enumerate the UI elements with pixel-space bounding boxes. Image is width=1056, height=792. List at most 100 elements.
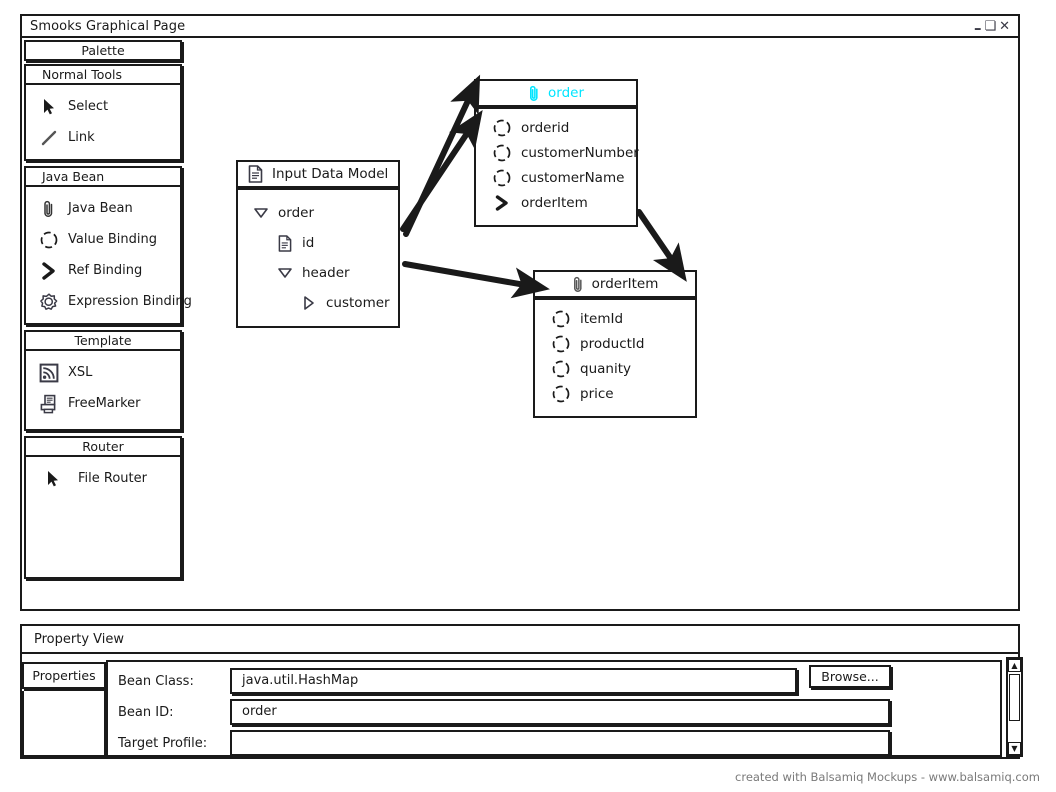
- palette-title: Palette: [24, 40, 182, 61]
- link-line-icon: [36, 129, 62, 147]
- minimize-icon[interactable]: –: [974, 20, 982, 36]
- palette-item-label: Java Bean: [68, 201, 133, 216]
- palette-item-label: File Router: [78, 471, 147, 486]
- gear-icon: [36, 292, 62, 312]
- bean-class-label: Bean Class:: [118, 673, 194, 689]
- palette-section-normal-tools-header[interactable]: Normal Tools: [24, 64, 182, 85]
- maximize-icon[interactable]: ❏: [984, 20, 996, 33]
- order-item-node-title: orderItem: [591, 276, 659, 292]
- document-icon: [274, 234, 296, 252]
- palette-item-file-router[interactable]: File Router: [26, 463, 180, 494]
- bean-id-input[interactable]: order: [230, 699, 890, 725]
- order-node-title-bar: order: [474, 79, 638, 107]
- order-field-label: customerNumber: [521, 144, 639, 161]
- order-item-node[interactable]: orderItem itemId productId quanity price: [533, 270, 697, 418]
- order-item-node-title-bar: orderItem: [533, 270, 697, 298]
- palette-section-java-bean-header[interactable]: Java Bean: [24, 166, 182, 187]
- palette-item-freemarker[interactable]: FreeMarker: [26, 388, 180, 419]
- paperclip-icon: [572, 275, 585, 294]
- orderitem-field-label: itemId: [580, 310, 624, 327]
- tree-item-label: order: [278, 205, 314, 221]
- order-field-orderid[interactable]: orderid: [476, 115, 636, 140]
- triangle-right-icon[interactable]: [298, 295, 320, 311]
- properties-tab-list: [22, 691, 106, 757]
- tree-item-label: customer: [326, 295, 390, 311]
- order-node-title: order: [548, 85, 584, 101]
- window-title: Smooks Graphical Page: [30, 18, 186, 34]
- order-field-customername[interactable]: customerName: [476, 165, 636, 190]
- triangle-down-icon[interactable]: [274, 266, 296, 280]
- triangle-down-icon[interactable]: [250, 206, 272, 220]
- palette-section-java-bean-body: Java Bean Value Binding Ref Binding Expr…: [24, 187, 192, 325]
- orderitem-field-itemid[interactable]: itemId: [535, 306, 695, 331]
- palette-item-label: XSL: [68, 365, 93, 380]
- palette-item-select[interactable]: Select: [26, 91, 180, 122]
- palette-item-label: Value Binding: [68, 232, 157, 247]
- palette-item-label: FreeMarker: [68, 396, 141, 411]
- palette-item-label: Select: [68, 99, 109, 114]
- tree-item-header[interactable]: header: [238, 258, 398, 288]
- scroll-down-icon[interactable]: ▼: [1008, 742, 1021, 755]
- target-profile-input[interactable]: [230, 730, 890, 756]
- scrollbar-thumb[interactable]: [1009, 674, 1020, 721]
- palette-section-router-body: File Router: [24, 457, 182, 579]
- palette-item-ref-binding[interactable]: Ref Binding: [26, 255, 180, 286]
- browse-button[interactable]: Browse...: [809, 665, 891, 688]
- balsamiq-credit: created with Balsamiq Mockups - www.bals…: [735, 770, 1040, 784]
- palette-item-label: Ref Binding: [68, 263, 143, 278]
- palette-item-expression-binding[interactable]: Expression Binding: [26, 286, 192, 317]
- order-node-body: orderid customerNumber customerName orde…: [474, 107, 639, 227]
- palette-item-link[interactable]: Link: [26, 122, 180, 153]
- tab-properties[interactable]: Properties: [22, 662, 106, 689]
- field-row-target-profile: Target Profile:: [118, 730, 890, 756]
- palette-section-template-header[interactable]: Template: [24, 330, 182, 351]
- scroll-up-icon[interactable]: ▲: [1008, 659, 1021, 672]
- palette-section-router-header[interactable]: Router: [24, 436, 182, 457]
- input-data-model-title-bar: Input Data Model: [236, 160, 400, 188]
- dashed-circle-icon: [549, 334, 573, 354]
- orderitem-field-label: productId: [580, 335, 645, 352]
- cursor-arrow-icon: [40, 470, 66, 488]
- dashed-circle-icon: [490, 168, 514, 188]
- chevron-right-icon: [490, 193, 514, 213]
- order-item-node-body: itemId productId quanity price: [533, 298, 697, 418]
- property-view-scrollbar[interactable]: ▲ ▼: [1006, 657, 1023, 757]
- tree-item-label: id: [302, 235, 315, 251]
- chevron-right-icon: [36, 261, 62, 281]
- tree-item-order[interactable]: order: [238, 198, 398, 228]
- order-field-label: customerName: [521, 169, 625, 186]
- paperclip-icon: [528, 84, 541, 103]
- target-profile-label: Target Profile:: [118, 735, 208, 751]
- bean-id-label: Bean ID:: [118, 704, 174, 720]
- bean-class-input[interactable]: java.util.HashMap: [230, 668, 797, 694]
- document-icon: [248, 165, 263, 183]
- order-field-customernumber[interactable]: customerNumber: [476, 140, 639, 165]
- field-row-bean-id: Bean ID: order: [118, 699, 890, 725]
- tree-item-id[interactable]: id: [238, 228, 398, 258]
- close-icon[interactable]: ✕: [999, 20, 1010, 33]
- order-field-orderitem[interactable]: orderItem: [476, 190, 636, 215]
- cursor-arrow-icon: [36, 98, 62, 116]
- orderitem-field-label: price: [580, 385, 614, 402]
- input-data-model-tree: order id header customer: [236, 188, 400, 328]
- window-controls: – ❏ ✕: [974, 19, 1018, 36]
- tree-item-customer[interactable]: customer: [238, 288, 398, 318]
- orderitem-field-quanity[interactable]: quanity: [535, 356, 695, 381]
- dashed-circle-icon: [549, 359, 573, 379]
- palette-item-java-bean[interactable]: Java Bean: [26, 193, 180, 224]
- scrollbar-track[interactable]: [1008, 672, 1021, 742]
- field-row-bean-class: Bean Class: java.util.HashMap: [118, 668, 797, 694]
- orderitem-field-label: quanity: [580, 360, 631, 377]
- orderitem-field-price[interactable]: price: [535, 381, 695, 406]
- input-data-model-node[interactable]: Input Data Model order id header custome…: [236, 160, 400, 328]
- palette-item-xsl[interactable]: XSL: [26, 357, 180, 388]
- palette-section-template-body: XSL FreeMarker: [24, 351, 182, 431]
- rss-feed-icon: [36, 363, 62, 383]
- palette-item-label: Link: [68, 130, 95, 145]
- dashed-circle-icon: [36, 230, 62, 250]
- printer-document-icon: [36, 394, 62, 414]
- orderitem-field-productid[interactable]: productId: [535, 331, 695, 356]
- dashed-circle-icon: [490, 118, 514, 138]
- palette-item-value-binding[interactable]: Value Binding: [26, 224, 180, 255]
- order-node[interactable]: order orderid customerNumber customerNam…: [474, 79, 639, 227]
